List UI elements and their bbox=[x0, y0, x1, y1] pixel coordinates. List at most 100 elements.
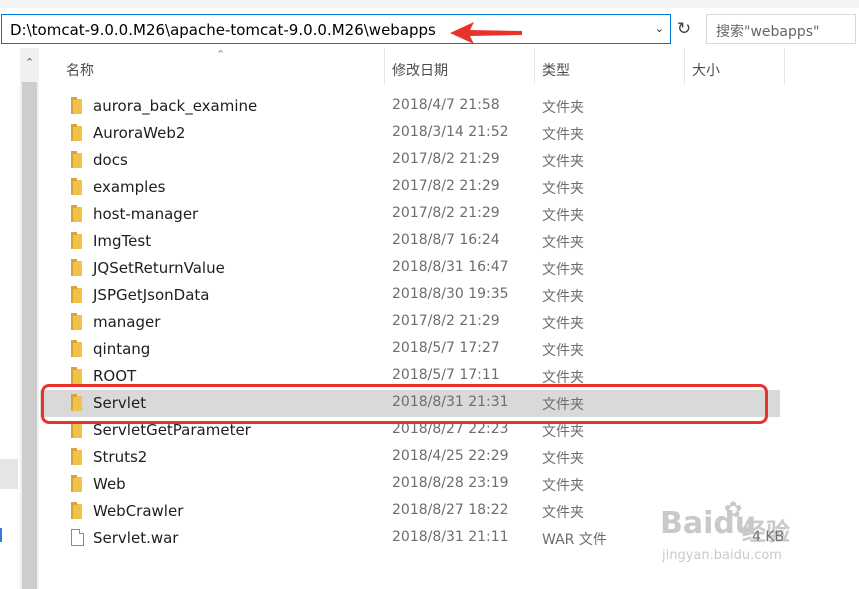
folder-icon bbox=[71, 340, 82, 357]
file-type: 文件夹 bbox=[542, 316, 584, 332]
file-date: 2017/8/2 21:29 bbox=[392, 151, 500, 167]
top-strip bbox=[0, 0, 859, 8]
chevron-down-icon[interactable]: ⌄ bbox=[655, 22, 664, 35]
file-type: 文件夹 bbox=[542, 127, 584, 143]
file-type: 文件夹 bbox=[542, 505, 584, 521]
nav-selected-item[interactable] bbox=[0, 459, 18, 489]
column-name[interactable]: 名称 bbox=[66, 60, 94, 80]
file-icon bbox=[71, 529, 84, 546]
folder-icon bbox=[71, 259, 82, 276]
paw-icon: ✿ bbox=[724, 498, 743, 523]
file-type: 文件夹 bbox=[542, 154, 584, 170]
file-name: AuroraWeb2 bbox=[93, 124, 186, 142]
folder-icon bbox=[71, 286, 82, 303]
file-name: docs bbox=[93, 151, 128, 169]
file-row[interactable]: AuroraWeb2 2018/3/14 21:52 文件夹 bbox=[40, 120, 780, 147]
file-date: 2017/8/2 21:29 bbox=[392, 178, 500, 194]
file-name: ROOT bbox=[93, 367, 137, 385]
file-type: WAR 文件 bbox=[542, 532, 607, 548]
folder-icon bbox=[71, 97, 82, 114]
file-row[interactable]: JQSetReturnValue 2018/8/31 16:47 文件夹 bbox=[40, 255, 780, 282]
red-highlight-annotation bbox=[41, 384, 768, 424]
scrollbar-thumb[interactable] bbox=[22, 82, 37, 589]
file-row[interactable]: ImgTest 2018/8/7 16:24 文件夹 bbox=[40, 228, 780, 255]
file-row[interactable]: examples 2017/8/2 21:29 文件夹 bbox=[40, 174, 780, 201]
search-placeholder: 搜索"webapps" bbox=[716, 24, 820, 40]
file-name: qintang bbox=[93, 340, 151, 358]
file-type: 文件夹 bbox=[542, 100, 584, 116]
folder-icon bbox=[71, 232, 82, 249]
file-row[interactable]: docs 2017/8/2 21:29 文件夹 bbox=[40, 147, 780, 174]
file-row[interactable]: aurora_back_examine 2018/4/7 21:58 文件夹 bbox=[40, 93, 780, 120]
sort-ascending-icon: ⌃ bbox=[216, 48, 226, 61]
file-name: aurora_back_examine bbox=[93, 97, 258, 115]
file-name: manager bbox=[93, 313, 161, 331]
column-divider[interactable] bbox=[684, 48, 685, 84]
file-date: 2018/8/7 16:24 bbox=[392, 232, 500, 248]
folder-icon bbox=[71, 124, 82, 141]
scroll-up-icon[interactable]: ⌃ bbox=[20, 56, 39, 69]
file-type: 文件夹 bbox=[542, 424, 584, 440]
column-size[interactable]: 大小 bbox=[692, 60, 720, 80]
nav-item-marker bbox=[0, 528, 2, 542]
folder-icon bbox=[71, 205, 82, 222]
file-type: 文件夹 bbox=[542, 181, 584, 197]
file-name: JSPGetJsonData bbox=[93, 286, 210, 304]
file-date: 2018/4/25 22:29 bbox=[392, 448, 509, 464]
search-input[interactable]: 搜索"webapps" bbox=[706, 14, 856, 44]
column-divider[interactable] bbox=[784, 48, 785, 84]
folder-icon bbox=[71, 475, 82, 492]
column-divider[interactable] bbox=[384, 48, 385, 84]
column-date[interactable]: 修改日期 bbox=[392, 60, 448, 80]
file-row[interactable]: JSPGetJsonData 2018/8/30 19:35 文件夹 bbox=[40, 282, 780, 309]
file-type: 文件夹 bbox=[542, 235, 584, 251]
file-row[interactable]: Struts2 2018/4/25 22:29 文件夹 bbox=[40, 444, 780, 471]
file-type: 文件夹 bbox=[542, 451, 584, 467]
folder-icon bbox=[71, 448, 82, 465]
column-header: ⌃ 名称 修改日期 类型 大小 bbox=[40, 48, 859, 88]
watermark-url: jingyan.baidu.com bbox=[662, 548, 782, 563]
file-name: Servlet.war bbox=[93, 529, 179, 547]
file-name: WebCrawler bbox=[93, 502, 184, 520]
red-arrow-annotation bbox=[450, 22, 522, 44]
file-type: 文件夹 bbox=[542, 343, 584, 359]
file-name: Struts2 bbox=[93, 448, 148, 466]
file-name: examples bbox=[93, 178, 166, 196]
column-type[interactable]: 类型 bbox=[542, 60, 570, 80]
navigation-pane bbox=[0, 48, 20, 589]
baidu-watermark: Baidu ✿ 经验 jingyan.baidu.com bbox=[660, 492, 850, 572]
file-type: 文件夹 bbox=[542, 208, 584, 224]
folder-icon bbox=[71, 313, 82, 330]
folder-icon bbox=[71, 502, 82, 519]
file-date: 2018/5/7 17:27 bbox=[392, 340, 500, 356]
file-name: Web bbox=[93, 475, 126, 493]
folder-icon bbox=[71, 151, 82, 168]
refresh-icon[interactable]: ↻ bbox=[673, 18, 695, 40]
file-date: 2018/4/7 21:58 bbox=[392, 97, 500, 113]
file-name: ImgTest bbox=[93, 232, 152, 250]
watermark-label: 经验 bbox=[742, 518, 790, 546]
file-type: 文件夹 bbox=[542, 478, 584, 494]
file-type: 文件夹 bbox=[542, 289, 584, 305]
file-date: 2018/3/14 21:52 bbox=[392, 124, 509, 140]
file-date: 2018/8/27 18:22 bbox=[392, 502, 509, 518]
file-date: 2018/8/31 16:47 bbox=[392, 259, 509, 275]
file-row[interactable]: manager 2017/8/2 21:29 文件夹 bbox=[40, 309, 780, 336]
vertical-scrollbar[interactable]: ⌃ bbox=[20, 48, 39, 589]
file-name: host-manager bbox=[93, 205, 199, 223]
folder-icon bbox=[71, 367, 82, 384]
file-date: 2018/8/30 19:35 bbox=[392, 286, 509, 302]
file-row[interactable]: qintang 2018/5/7 17:27 文件夹 bbox=[40, 336, 780, 363]
file-row[interactable]: host-manager 2017/8/2 21:29 文件夹 bbox=[40, 201, 780, 228]
address-path[interactable]: D:\tomcat-9.0.0.M26\apache-tomcat-9.0.0.… bbox=[10, 21, 436, 39]
file-name: JQSetReturnValue bbox=[93, 259, 225, 277]
folder-icon bbox=[71, 421, 82, 438]
file-date: 2017/8/2 21:29 bbox=[392, 205, 500, 221]
folder-icon bbox=[71, 178, 82, 195]
file-date: 2018/5/7 17:11 bbox=[392, 367, 500, 383]
file-date: 2018/8/31 21:11 bbox=[392, 529, 509, 545]
file-date: 2018/8/28 23:19 bbox=[392, 475, 509, 491]
column-divider[interactable] bbox=[534, 48, 535, 84]
file-date: 2017/8/2 21:29 bbox=[392, 313, 500, 329]
address-bar[interactable]: D:\tomcat-9.0.0.M26\apache-tomcat-9.0.0.… bbox=[1, 14, 671, 44]
